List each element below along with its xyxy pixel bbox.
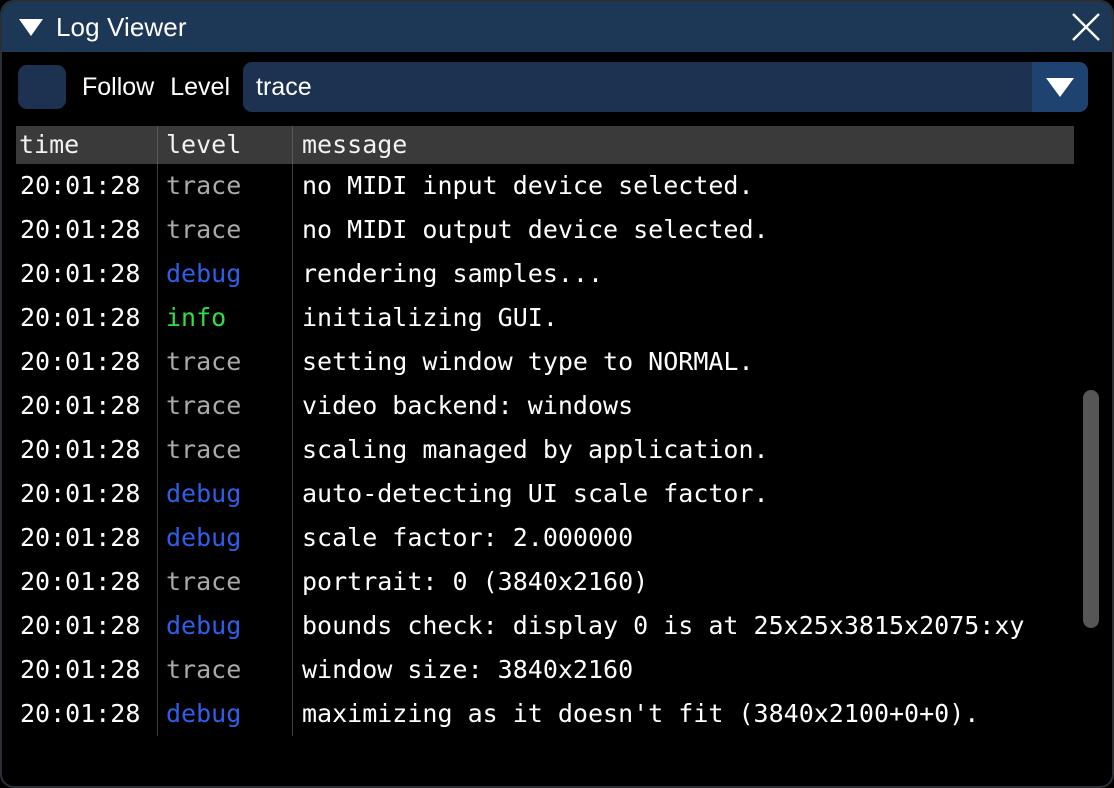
window-title: Log Viewer — [56, 12, 187, 43]
cell-time: 20:01:28 — [16, 340, 157, 384]
table-row[interactable]: 20:01:28debugbounds check: display 0 is … — [16, 604, 1074, 648]
cell-time: 20:01:28 — [16, 296, 157, 340]
cell-message: no MIDI input device selected. — [292, 164, 1074, 208]
table-row[interactable]: 20:01:28tracesetting window type to NORM… — [16, 340, 1074, 384]
table-row[interactable]: 20:01:28debugscale factor: 2.000000 — [16, 516, 1074, 560]
table-row[interactable]: 20:01:28debugrendering samples... — [16, 252, 1074, 296]
cell-level: debug — [157, 252, 292, 296]
cell-time: 20:01:28 — [16, 516, 157, 560]
cell-message: video backend: windows — [292, 384, 1074, 428]
cell-level: debug — [157, 604, 292, 648]
table-header-row: time level message — [16, 126, 1074, 164]
cell-time: 20:01:28 — [16, 384, 157, 428]
cell-message: no MIDI output device selected. — [292, 208, 1074, 252]
follow-label: Follow — [82, 73, 154, 102]
scrollbar-thumb[interactable] — [1083, 390, 1099, 628]
column-header-message[interactable]: message — [292, 126, 1074, 164]
cell-level: trace — [157, 384, 292, 428]
cell-level: trace — [157, 208, 292, 252]
cell-message: bounds check: display 0 is at 25x25x3815… — [292, 604, 1074, 648]
column-header-time[interactable]: time — [16, 126, 157, 164]
table-body: 20:01:28traceno MIDI input device select… — [16, 164, 1074, 736]
level-dropdown-button[interactable] — [1032, 62, 1088, 112]
column-header-level[interactable]: level — [157, 126, 292, 164]
cell-message: initializing GUI. — [292, 296, 1074, 340]
table-row[interactable]: 20:01:28tracescaling managed by applicat… — [16, 428, 1074, 472]
cell-level: debug — [157, 516, 292, 560]
table-row[interactable]: 20:01:28debugmaximizing as it doesn't fi… — [16, 692, 1074, 736]
table-row[interactable]: 20:01:28tracevideo backend: windows — [16, 384, 1074, 428]
filter-toolbar: Follow Level trace — [2, 52, 1114, 122]
cell-level: info — [157, 296, 292, 340]
cell-message: window size: 3840x2160 — [292, 648, 1074, 692]
table-row[interactable]: 20:01:28traceno MIDI output device selec… — [16, 208, 1074, 252]
cell-level: trace — [157, 164, 292, 208]
cell-time: 20:01:28 — [16, 252, 157, 296]
cell-level: trace — [157, 560, 292, 604]
cell-time: 20:01:28 — [16, 472, 157, 516]
close-icon[interactable] — [1066, 8, 1106, 46]
cell-message: auto-detecting UI scale factor. — [292, 472, 1074, 516]
level-label: Level — [170, 73, 230, 102]
follow-checkbox[interactable] — [18, 65, 66, 109]
cell-time: 20:01:28 — [16, 428, 157, 472]
triangle-down-icon[interactable] — [19, 19, 43, 36]
table-row[interactable]: 20:01:28debugauto-detecting UI scale fac… — [16, 472, 1074, 516]
cell-level: debug — [157, 692, 292, 736]
cell-time: 20:01:28 — [16, 692, 157, 736]
table-row[interactable]: 20:01:28infoinitializing GUI. — [16, 296, 1074, 340]
cell-message: rendering samples... — [292, 252, 1074, 296]
level-select-value: trace — [256, 73, 312, 102]
cell-time: 20:01:28 — [16, 648, 157, 692]
chevron-down-icon — [1046, 78, 1074, 97]
cell-message: setting window type to NORMAL. — [292, 340, 1074, 384]
table-row[interactable]: 20:01:28traceno MIDI input device select… — [16, 164, 1074, 208]
vertical-scrollbar[interactable] — [1080, 126, 1102, 786]
cell-level: trace — [157, 428, 292, 472]
cell-time: 20:01:28 — [16, 604, 157, 648]
table-row[interactable]: 20:01:28tracewindow size: 3840x2160 — [16, 648, 1074, 692]
cell-message: scale factor: 2.000000 — [292, 516, 1074, 560]
level-select[interactable]: trace — [243, 62, 1088, 112]
log-table: time level message 20:01:28traceno MIDI … — [16, 126, 1074, 786]
cell-time: 20:01:28 — [16, 164, 157, 208]
cell-time: 20:01:28 — [16, 560, 157, 604]
cell-message: scaling managed by application. — [292, 428, 1074, 472]
cell-level: trace — [157, 340, 292, 384]
window-titlebar: Log Viewer — [2, 2, 1114, 52]
log-viewer-window: Log Viewer Follow Level trace time level… — [0, 0, 1114, 788]
cell-time: 20:01:28 — [16, 208, 157, 252]
cell-message: maximizing as it doesn't fit (3840x2100+… — [292, 692, 1074, 736]
cell-level: trace — [157, 648, 292, 692]
cell-message: portrait: 0 (3840x2160) — [292, 560, 1074, 604]
cell-level: debug — [157, 472, 292, 516]
table-row[interactable]: 20:01:28traceportrait: 0 (3840x2160) — [16, 560, 1074, 604]
